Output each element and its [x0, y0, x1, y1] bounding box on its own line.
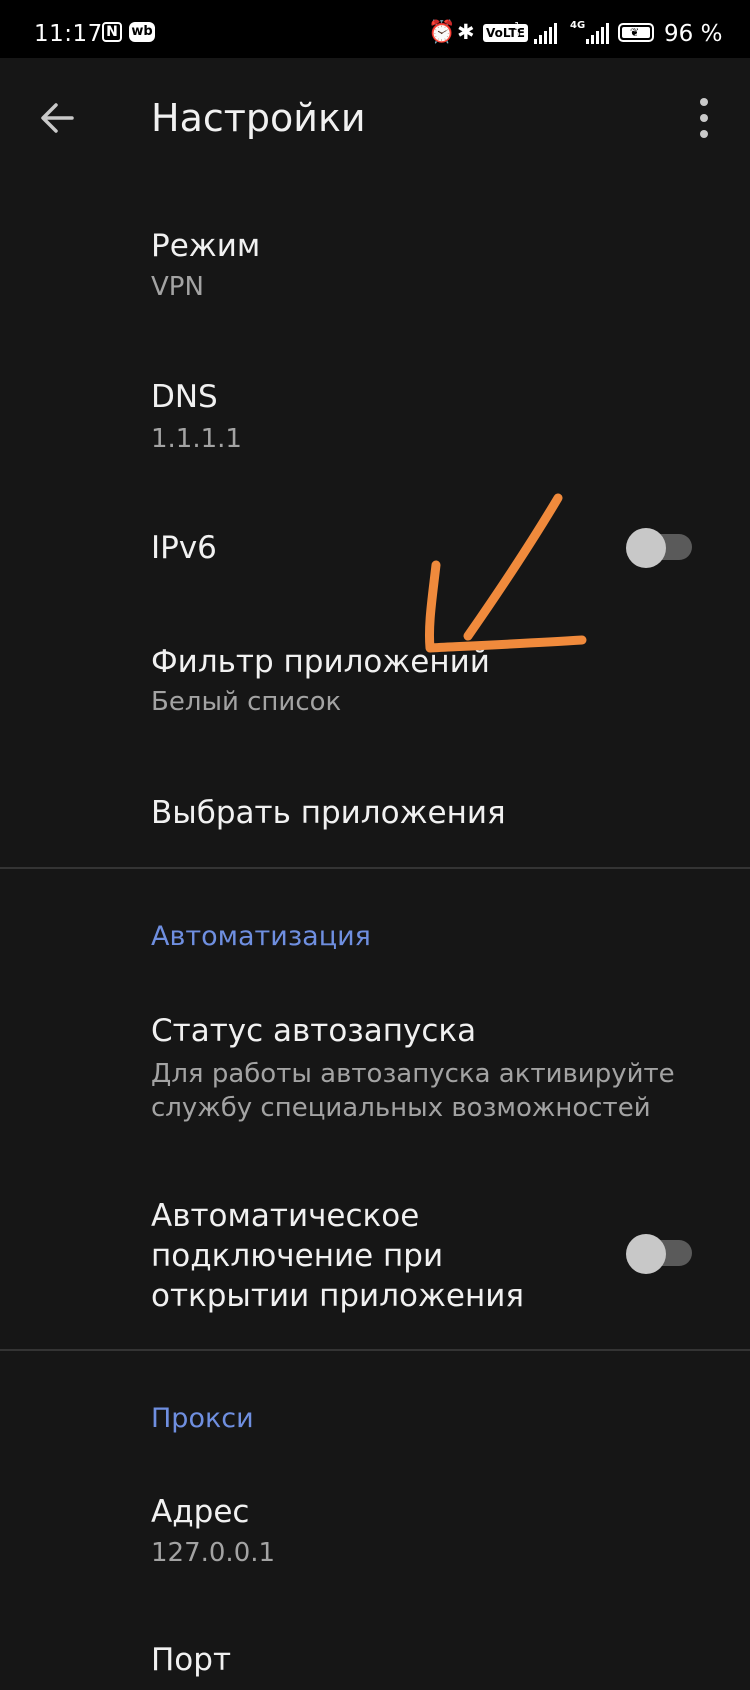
ipv6-toggle-thumb — [626, 528, 666, 568]
ipv6-toggle[interactable] — [626, 528, 694, 568]
section-divider — [0, 1349, 750, 1351]
more-options-button[interactable] — [682, 88, 722, 148]
volte-icon: VoLTE — [483, 24, 528, 42]
signal-sim1-icon — [534, 22, 558, 44]
setting-dns-value: 1.1.1.1 — [151, 424, 242, 454]
status-bar: 11:17 N wb ⏰ ✱ VoLTE 1 2 4G ❦ 96 % — [0, 0, 750, 58]
nfc-icon: N — [102, 22, 122, 42]
back-button[interactable] — [28, 88, 88, 148]
app-bar: Настройки — [0, 58, 750, 178]
setting-autostart-desc-line1: Для работы автозапуска активируйте — [151, 1059, 675, 1089]
setting-app-filter[interactable]: Фильтр приложений Белый список — [0, 630, 750, 730]
setting-autostart-status[interactable]: Статус автозапуска Для работы автозапуск… — [0, 995, 750, 1125]
setting-choose-apps-title: Выбрать приложения — [151, 795, 506, 831]
battery-saver-leaf-icon: ❦ — [630, 26, 640, 39]
more-vertical-icon — [700, 98, 708, 138]
auto-connect-toggle-thumb — [626, 1234, 666, 1274]
setting-proxy-address-title: Адрес — [151, 1494, 250, 1530]
section-header-proxy: Прокси — [151, 1403, 254, 1434]
setting-auto-connect-line2: подключение при — [151, 1238, 444, 1274]
setting-mode-title: Режим — [151, 228, 261, 264]
sim2-label: 2 — [514, 31, 521, 42]
battery-icon: ❦ — [618, 23, 654, 42]
network-type-icon: 4G — [570, 20, 586, 31]
setting-app-filter-title: Фильтр приложений — [151, 644, 490, 680]
setting-dns-title: DNS — [151, 379, 218, 415]
setting-mode[interactable]: Режим VPN — [0, 210, 750, 330]
setting-autostart-title: Статус автозапуска — [151, 1013, 477, 1049]
section-divider — [0, 867, 750, 869]
battery-percent: 96 % — [664, 21, 723, 47]
setting-auto-connect-line1: Автоматическое — [151, 1198, 420, 1234]
sim-slot-labels: 1 2 — [514, 22, 520, 42]
auto-connect-toggle[interactable] — [626, 1234, 694, 1274]
setting-app-filter-value: Белый список — [151, 687, 342, 717]
setting-ipv6-title: IPv6 — [151, 530, 217, 566]
setting-ipv6[interactable]: IPv6 — [0, 510, 750, 590]
setting-choose-apps[interactable]: Выбрать приложения — [0, 770, 750, 855]
wb-app-icon: wb — [129, 22, 155, 42]
setting-auto-connect-line3: открытии приложения — [151, 1278, 525, 1314]
bluetooth-icon: ✱ — [457, 20, 475, 44]
signal-sim2-icon — [586, 22, 610, 44]
setting-dns[interactable]: DNS 1.1.1.1 — [0, 360, 750, 480]
setting-proxy-address[interactable]: Адрес 127.0.0.1 — [0, 1480, 750, 1590]
setting-autostart-desc-line2: службу специальных возможностей — [151, 1093, 651, 1123]
setting-proxy-port-title: Порт — [151, 1642, 232, 1678]
alarm-icon: ⏰ — [428, 20, 456, 45]
section-header-automation: Автоматизация — [151, 921, 371, 952]
setting-mode-value: VPN — [151, 272, 204, 302]
setting-auto-connect[interactable]: Автоматическое подключение при открытии … — [0, 1180, 750, 1320]
setting-proxy-port[interactable]: Порт — [0, 1630, 750, 1690]
arrow-back-icon — [41, 103, 74, 133]
page-title: Настройки — [151, 96, 366, 140]
status-time: 11:17 — [34, 21, 103, 47]
setting-proxy-address-value: 127.0.0.1 — [151, 1538, 276, 1568]
